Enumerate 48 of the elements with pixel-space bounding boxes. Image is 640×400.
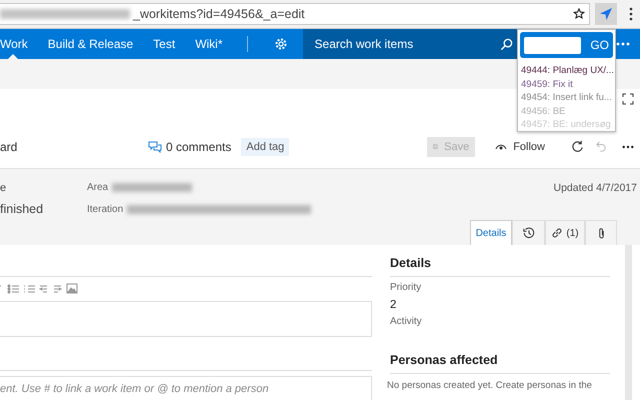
section-title: Personas affected — [390, 353, 499, 369]
area-label: Area — [87, 182, 108, 194]
add-tag-button[interactable]: Add tag — [241, 138, 290, 156]
go-button[interactable]: GO — [585, 38, 609, 52]
save-icon — [433, 141, 438, 152]
field-label: Priority — [390, 282, 422, 293]
arrow-icon — [599, 7, 613, 21]
details-tab[interactable]: Details — [470, 220, 512, 245]
state-value[interactable]: finished — [0, 202, 87, 216]
tab[interactable] — [585, 220, 617, 245]
url-text: _workitems?id=49456&_a=edit — [133, 7, 305, 21]
refresh-icon[interactable] — [571, 140, 584, 153]
star-icon[interactable] — [573, 8, 585, 20]
menu-icon[interactable] — [629, 7, 633, 21]
updated-date: Updated 4/7/2017 — [554, 182, 637, 194]
follow-button[interactable]: Follow — [489, 140, 551, 154]
history-icon — [522, 227, 534, 239]
recent-item[interactable]: 49454: Insert link fu... — [521, 91, 615, 104]
comment-field[interactable]: ent. Use # to link a work item or @ to mention a person — [0, 376, 372, 400]
tab[interactable]: (1) — [545, 220, 585, 245]
state-label: e — [0, 182, 8, 194]
nav-tab[interactable]: Test — [143, 29, 186, 59]
tab[interactable] — [512, 220, 545, 245]
extension-button[interactable] — [595, 3, 617, 25]
nav-tab[interactable]: Work — [0, 29, 38, 59]
link-icon — [551, 227, 564, 239]
nav-tab[interactable]: Wiki* — [185, 29, 233, 59]
iteration-label: Iteration — [87, 204, 124, 215]
recent-item[interactable]: 49444: Planlæg UX/... — [521, 64, 615, 78]
field-label: Activity — [390, 316, 423, 327]
priority-value[interactable]: 2 — [390, 299, 617, 311]
comments-count[interactable]: 0 comments — [166, 140, 232, 154]
comments-icon — [148, 140, 162, 152]
eye-icon — [495, 142, 508, 150]
id-input-field[interactable] — [524, 36, 582, 54]
scrollbar[interactable] — [625, 245, 632, 400]
nav-tab[interactable]: Build & Release — [38, 29, 144, 59]
more-icon[interactable] — [622, 144, 634, 148]
section-title: Details — [390, 256, 432, 272]
fullscreen-icon[interactable] — [622, 93, 634, 105]
recent-item[interactable]: 49459: Fix it — [521, 78, 615, 91]
address-field[interactable]: _workitems?id=49456&_a=edit — [0, 3, 590, 25]
settings-icon[interactable] — [274, 37, 288, 51]
paperclip-icon — [598, 226, 604, 240]
personas-text: No personas created yet. Create personas in the — [387, 380, 593, 391]
board-link[interactable]: ard — [0, 140, 148, 154]
search-icon[interactable] — [500, 38, 513, 50]
link-count: (1) — [566, 228, 579, 238]
